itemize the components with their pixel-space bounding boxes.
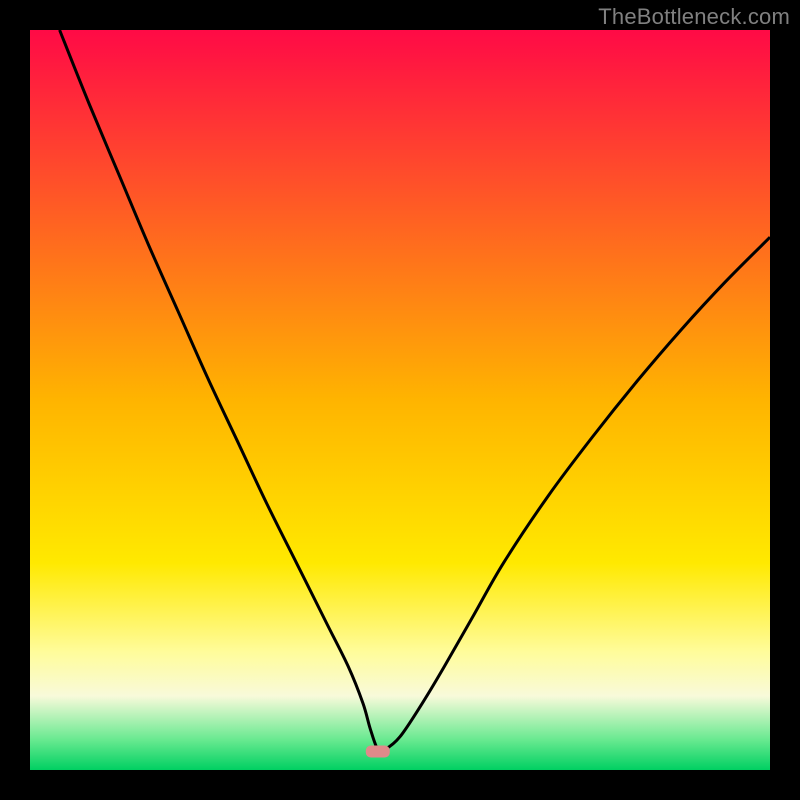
plot-background bbox=[30, 30, 770, 770]
watermark-label: TheBottleneck.com bbox=[598, 4, 790, 30]
optimal-point-marker bbox=[366, 746, 390, 758]
chart-container: TheBottleneck.com bbox=[0, 0, 800, 800]
bottleneck-chart bbox=[0, 0, 800, 800]
